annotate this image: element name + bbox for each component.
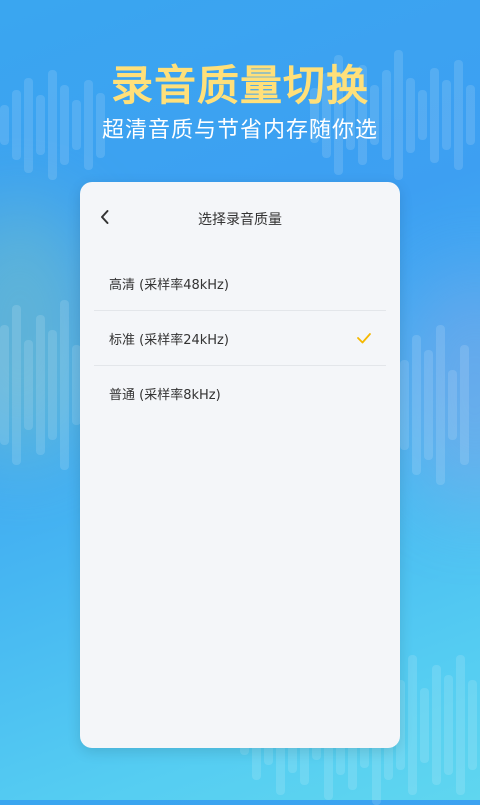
background-glow-right: [400, 270, 480, 510]
promo-subheadline: 超清音质与节省内存随你选: [101, 118, 378, 143]
option-label: 普通 (采样率8kHz): [109, 387, 221, 403]
wave-bar: [408, 655, 417, 795]
card-title: 选择录音质量: [198, 212, 282, 228]
wave-bar: [468, 680, 477, 770]
card-header: 选择录音质量: [80, 182, 400, 256]
wave-bar: [432, 665, 441, 785]
quality-option-list: 高清 (采样率48kHz) 标准 (采样率24kHz) 普通 (采样率8kHz): [94, 256, 386, 420]
wave-bar: [420, 687, 429, 763]
wave-bar: [456, 655, 465, 795]
checkmark-icon: [357, 333, 371, 344]
option-label: 标准 (采样率24kHz): [109, 332, 229, 348]
option-hd[interactable]: 高清 (采样率48kHz): [94, 256, 386, 310]
quality-selection-card: 选择录音质量 高清 (采样率48kHz) 标准 (采样率24kHz) 普通 (采…: [80, 182, 400, 748]
option-standard[interactable]: 标准 (采样率24kHz): [94, 310, 386, 365]
option-label: 高清 (采样率48kHz): [109, 277, 229, 293]
option-normal[interactable]: 普通 (采样率8kHz): [94, 365, 386, 420]
promo-headline: 录音质量切换: [110, 61, 369, 110]
wave-bar: [444, 675, 453, 775]
